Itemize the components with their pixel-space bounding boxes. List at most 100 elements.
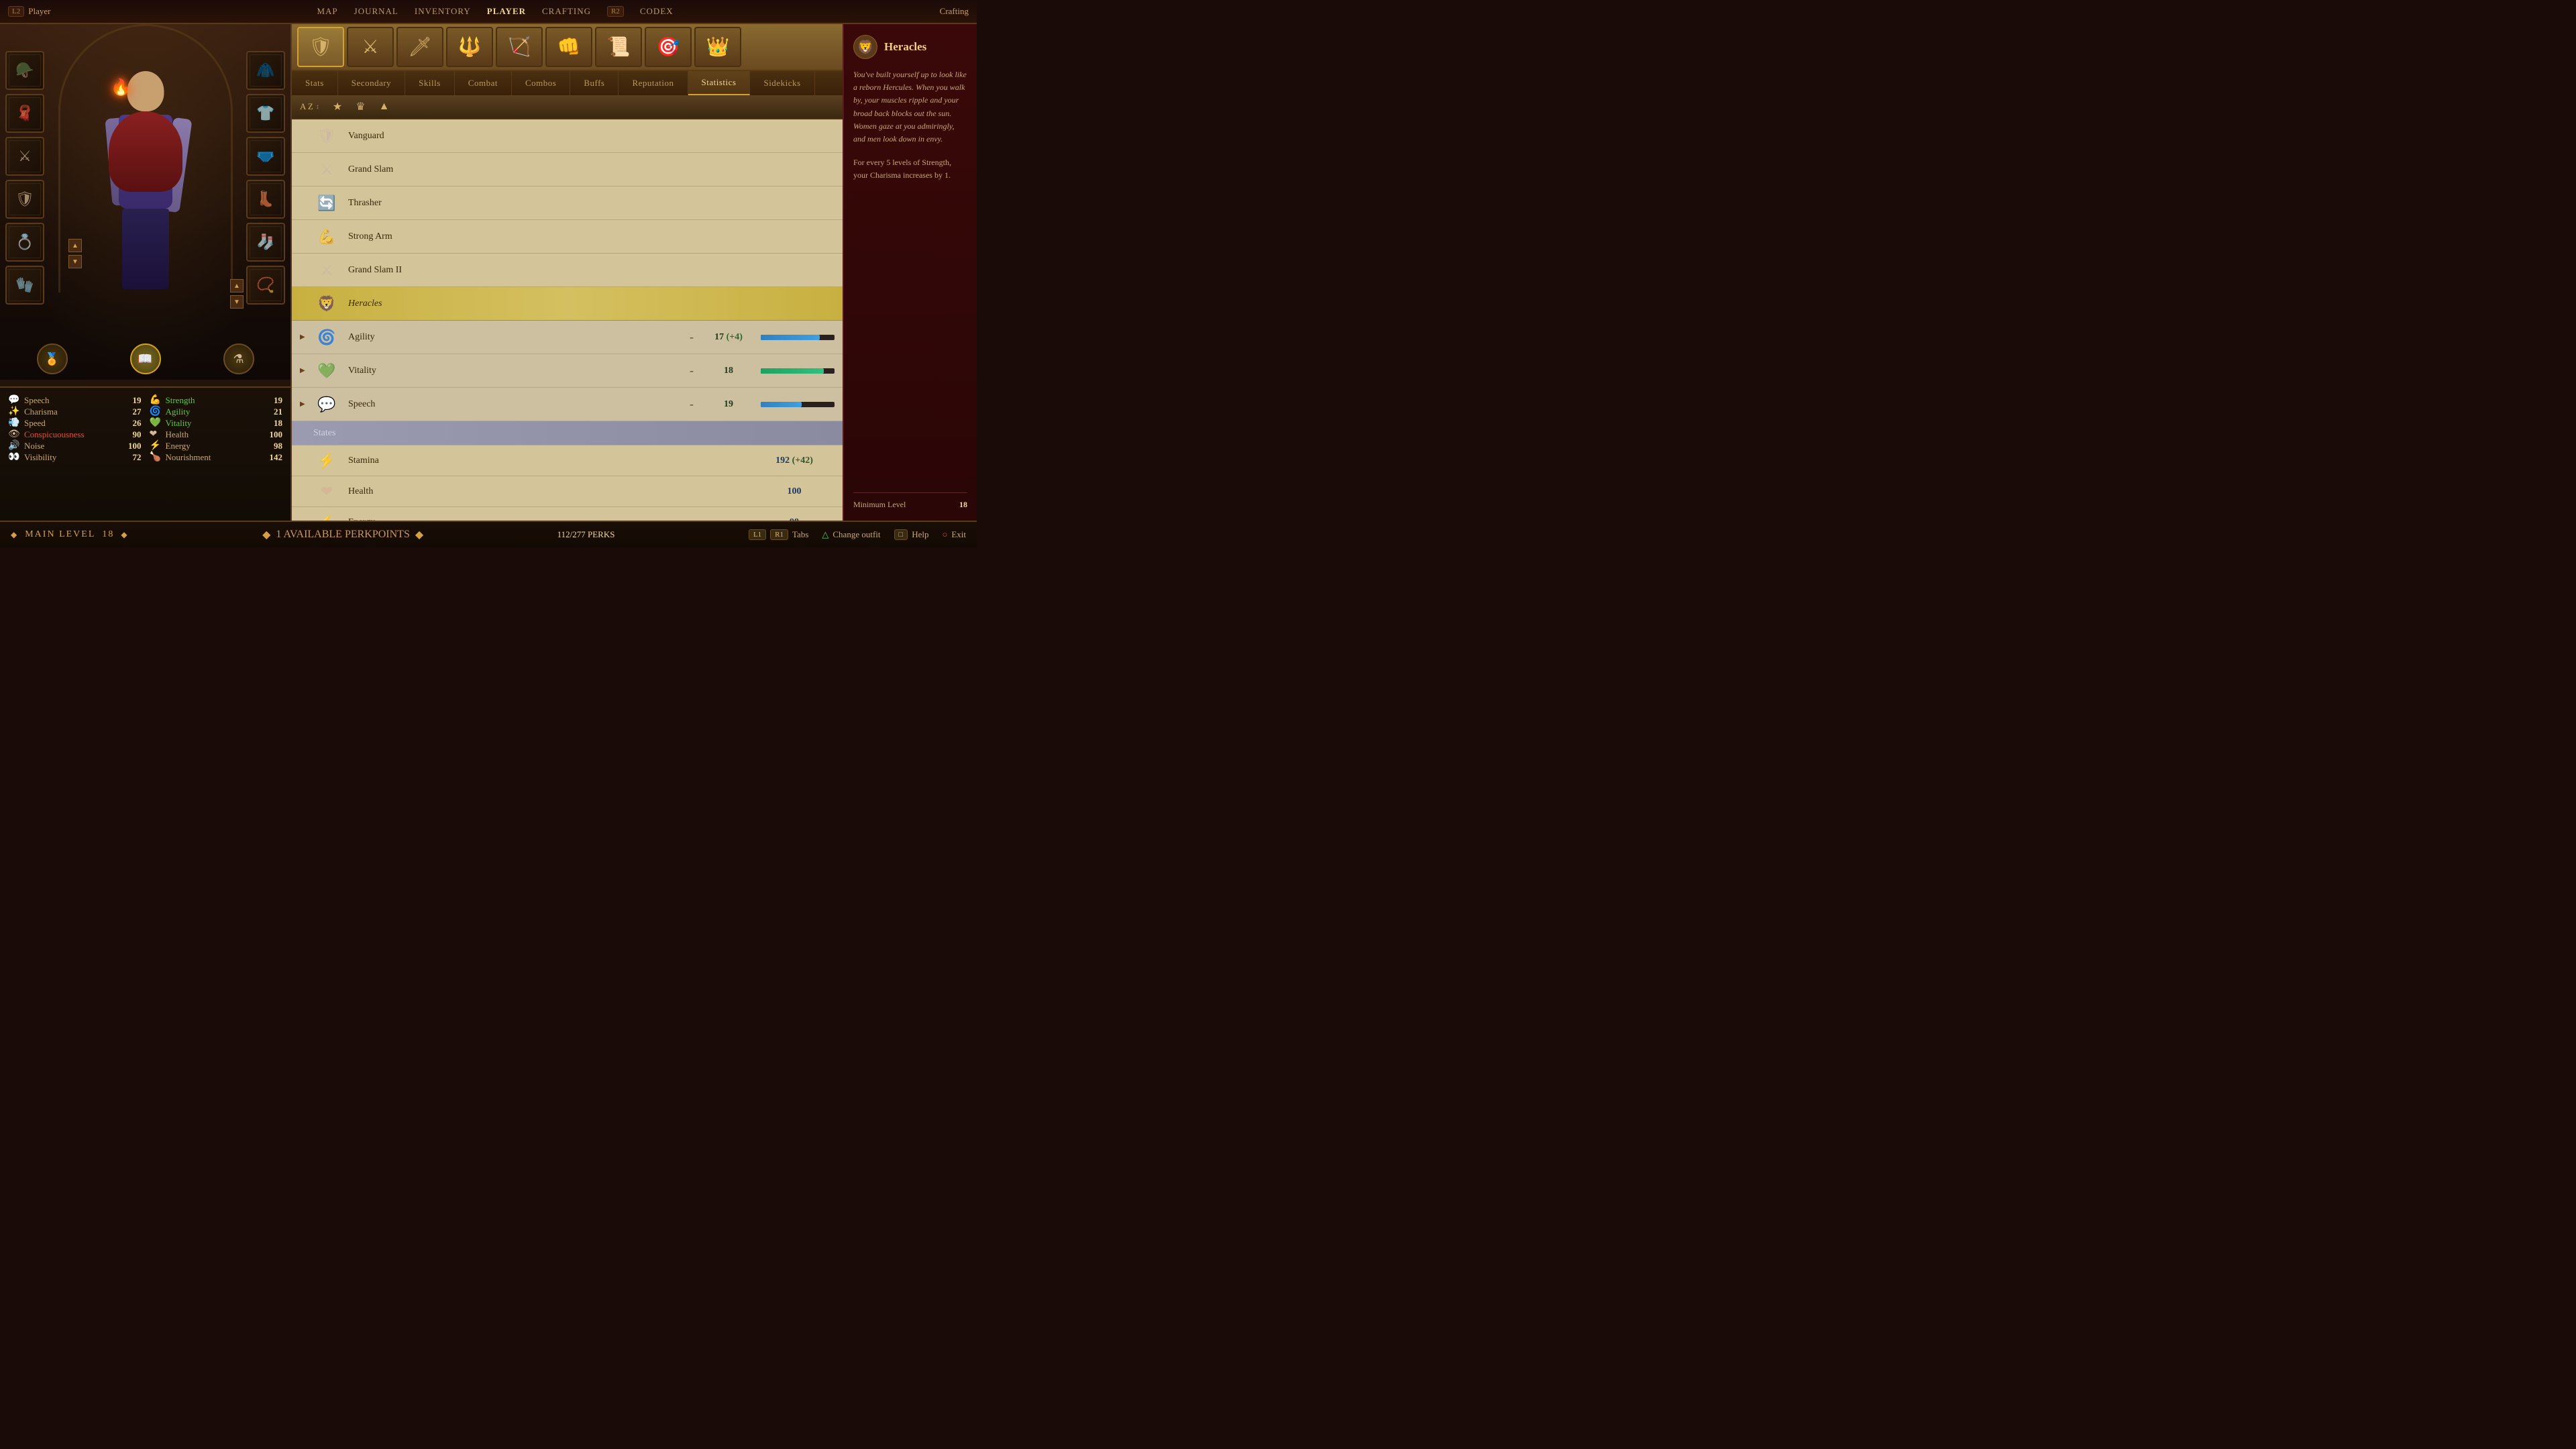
tab-icon-scroll[interactable]: 📜 bbox=[595, 27, 642, 67]
health-value: 100 bbox=[262, 429, 282, 440]
tab-reputation[interactable]: Reputation bbox=[619, 71, 688, 95]
circle-btn-3[interactable]: ⚗ bbox=[223, 343, 254, 374]
nav-inventory[interactable]: INVENTORY bbox=[415, 6, 471, 17]
equip-slot-pants[interactable]: 🩲 bbox=[246, 137, 285, 176]
change-outfit-control[interactable]: △ Change outfit bbox=[822, 529, 880, 540]
equip-slot-socks[interactable]: 🧦 bbox=[246, 223, 285, 262]
nav-player[interactable]: PLAYER bbox=[487, 6, 526, 17]
equip-slot-boots[interactable]: 👢 bbox=[246, 180, 285, 219]
state-row-health[interactable]: ❤ Health 100 bbox=[292, 476, 843, 507]
equip-slot-gloves[interactable]: 🧤 bbox=[5, 266, 44, 305]
helmet-icon: 🪖 bbox=[15, 62, 34, 79]
equip-slot-ring[interactable]: 💍 bbox=[5, 223, 44, 262]
vitality-bar-fill bbox=[761, 368, 824, 374]
character-body bbox=[102, 58, 189, 326]
skill-row-grand-slam[interactable]: ⚔ Grand Slam bbox=[292, 153, 843, 186]
arrow-down-right[interactable]: ▼ bbox=[230, 295, 244, 309]
tab-buffs[interactable]: Buffs bbox=[570, 71, 619, 95]
strength-label: Strength bbox=[166, 395, 259, 406]
skill-row-vitality[interactable]: ▶ 💚 Vitality - 18 bbox=[292, 354, 843, 388]
grand-slam-2-icon: ⚔ bbox=[313, 257, 340, 284]
arrow-up-right[interactable]: ▲ bbox=[230, 279, 244, 292]
speech-minus-btn[interactable]: - bbox=[682, 397, 702, 411]
crafting-label: Crafting bbox=[940, 6, 969, 16]
expand-speech-icon[interactable]: ▶ bbox=[300, 400, 313, 408]
stat-strength: 💪 Strength 19 bbox=[150, 394, 283, 406]
tab-stats[interactable]: Stats bbox=[292, 71, 338, 95]
nav-right-section: Crafting bbox=[940, 6, 969, 17]
nav-journal[interactable]: JOURNAL bbox=[354, 6, 398, 17]
filter-crown-icon[interactable]: ♛ bbox=[356, 100, 365, 113]
arrow-down-left[interactable]: ▼ bbox=[68, 255, 82, 268]
tab-icon-bow[interactable]: 🏹 bbox=[496, 27, 543, 67]
equip-slot-helmet[interactable]: 🪖 bbox=[5, 51, 44, 90]
tab-icon-fist[interactable]: 👊 bbox=[545, 27, 592, 67]
tab-icon-target[interactable]: 🎯 bbox=[645, 27, 692, 67]
noise-value: 100 bbox=[121, 441, 142, 451]
filter-up-icon[interactable]: ▲ bbox=[379, 101, 390, 113]
main-content-area: 🛡 ⚔ 🗡 🔱 🏹 👊 📜 🎯 👑 Stats Secondary Skills… bbox=[292, 24, 843, 521]
tab-icon-shield[interactable]: 🛡 bbox=[297, 27, 344, 67]
expand-vitality-icon[interactable]: ▶ bbox=[300, 367, 313, 374]
skill-row-strong-arm[interactable]: 💪 Strong Arm bbox=[292, 220, 843, 254]
circle-btn-1[interactable]: 🏅 bbox=[37, 343, 68, 374]
equip-slot-shield[interactable]: 🛡 bbox=[5, 180, 44, 219]
nourishment-icon: 🍗 bbox=[150, 451, 162, 463]
heracles-title-icon: 🦁 bbox=[857, 39, 874, 56]
tab-icon-sword[interactable]: ⚔ bbox=[347, 27, 394, 67]
tab-secondary[interactable]: Secondary bbox=[338, 71, 405, 95]
bottom-status-bar: ◆ MAIN LEVEL 18 ◆ ◆ 1 AVAILABLE PERKPOIN… bbox=[0, 521, 977, 547]
tab-combat[interactable]: Combat bbox=[455, 71, 512, 95]
tab-skills[interactable]: Skills bbox=[405, 71, 455, 95]
grand-slam-2-name: Grand Slam II bbox=[348, 265, 835, 276]
equip-slot-chest[interactable]: 🧥 bbox=[246, 51, 285, 90]
equip-slot-amulet[interactable]: 📿 bbox=[246, 266, 285, 305]
left-character-panel: 🪖 🧣 ⚔ 🛡 💍 🧤 🔥 🧥 👕 🩲 👢 bbox=[0, 24, 292, 521]
conspicuousness-label: Conspicuousness bbox=[24, 429, 117, 440]
equip-slot-weapon[interactable]: ⚔ bbox=[5, 137, 44, 176]
filter-az-button[interactable]: A Z ↕ bbox=[300, 101, 319, 112]
tab-icon-crown[interactable]: 👑 bbox=[694, 27, 741, 67]
stat-energy: ⚡ Energy 98 bbox=[150, 440, 283, 451]
shield-icon: 🛡 bbox=[15, 191, 34, 208]
circle-btn-2[interactable]: 📖 bbox=[130, 343, 161, 374]
neck-icon: 🧣 bbox=[15, 105, 34, 122]
nav-left-section: L2 Player bbox=[8, 6, 50, 17]
conspicuousness-icon: 👁 bbox=[8, 429, 20, 440]
nav-map[interactable]: MAP bbox=[317, 6, 337, 17]
exit-control[interactable]: ○ Exit bbox=[942, 529, 966, 540]
skill-row-heracles[interactable]: 🦁 Heracles bbox=[292, 287, 843, 321]
min-level-label: Minimum Level bbox=[853, 500, 906, 510]
equip-slot-neck[interactable]: 🧣 bbox=[5, 94, 44, 133]
skill-row-speech[interactable]: ▶ 💬 Speech - 19 bbox=[292, 388, 843, 421]
help-control[interactable]: □ Help bbox=[894, 529, 929, 540]
filter-star-icon[interactable]: ★ bbox=[333, 100, 342, 113]
skill-row-thrasher[interactable]: 🔄 Thrasher bbox=[292, 186, 843, 220]
stat-speed: 💨 Speed 26 bbox=[8, 417, 142, 429]
tab-combos[interactable]: Combos bbox=[512, 71, 570, 95]
skill-row-vanguard[interactable]: 🛡 Vanguard bbox=[292, 119, 843, 153]
l1-kbd: L1 bbox=[749, 529, 766, 540]
expand-agility-icon[interactable]: ▶ bbox=[300, 333, 313, 341]
vitality-minus-btn[interactable]: - bbox=[682, 364, 702, 378]
state-row-stamina[interactable]: ⚡ Stamina 192 (+42) bbox=[292, 445, 843, 476]
main-level-section: ◆ MAIN LEVEL 18 ◆ bbox=[11, 529, 129, 540]
nav-codex[interactable]: CODEX bbox=[640, 6, 674, 17]
tab-sidekicks[interactable]: Sidekicks bbox=[750, 71, 814, 95]
skill-row-grand-slam-2[interactable]: ⚔ Grand Slam II bbox=[292, 254, 843, 287]
equip-slot-shirt[interactable]: 👕 bbox=[246, 94, 285, 133]
tab-icon-trident[interactable]: 🔱 bbox=[446, 27, 493, 67]
state-row-energy[interactable]: ⚡ Energy 98 bbox=[292, 507, 843, 521]
noise-icon: 🔊 bbox=[8, 440, 20, 451]
vitality-row-name: Vitality bbox=[348, 366, 682, 376]
skill-row-agility[interactable]: ▶ 🌀 Agility - 17 (+4) bbox=[292, 321, 843, 354]
speed-value: 26 bbox=[121, 418, 142, 429]
stamina-value: 192 (+42) bbox=[754, 455, 835, 466]
grand-slam-icon: ⚔ bbox=[313, 156, 340, 183]
tab-statistics[interactable]: Statistics bbox=[688, 71, 751, 95]
arrow-up-left[interactable]: ▲ bbox=[68, 239, 82, 252]
tab-icon-dagger[interactable]: 🗡 bbox=[396, 27, 443, 67]
stats-panel: 💬 Speech 19 ✨ Charisma 27 💨 Speed 26 👁 C… bbox=[0, 386, 290, 521]
agility-minus-btn[interactable]: - bbox=[682, 330, 702, 344]
nav-crafting[interactable]: CRAFTING bbox=[542, 6, 591, 17]
